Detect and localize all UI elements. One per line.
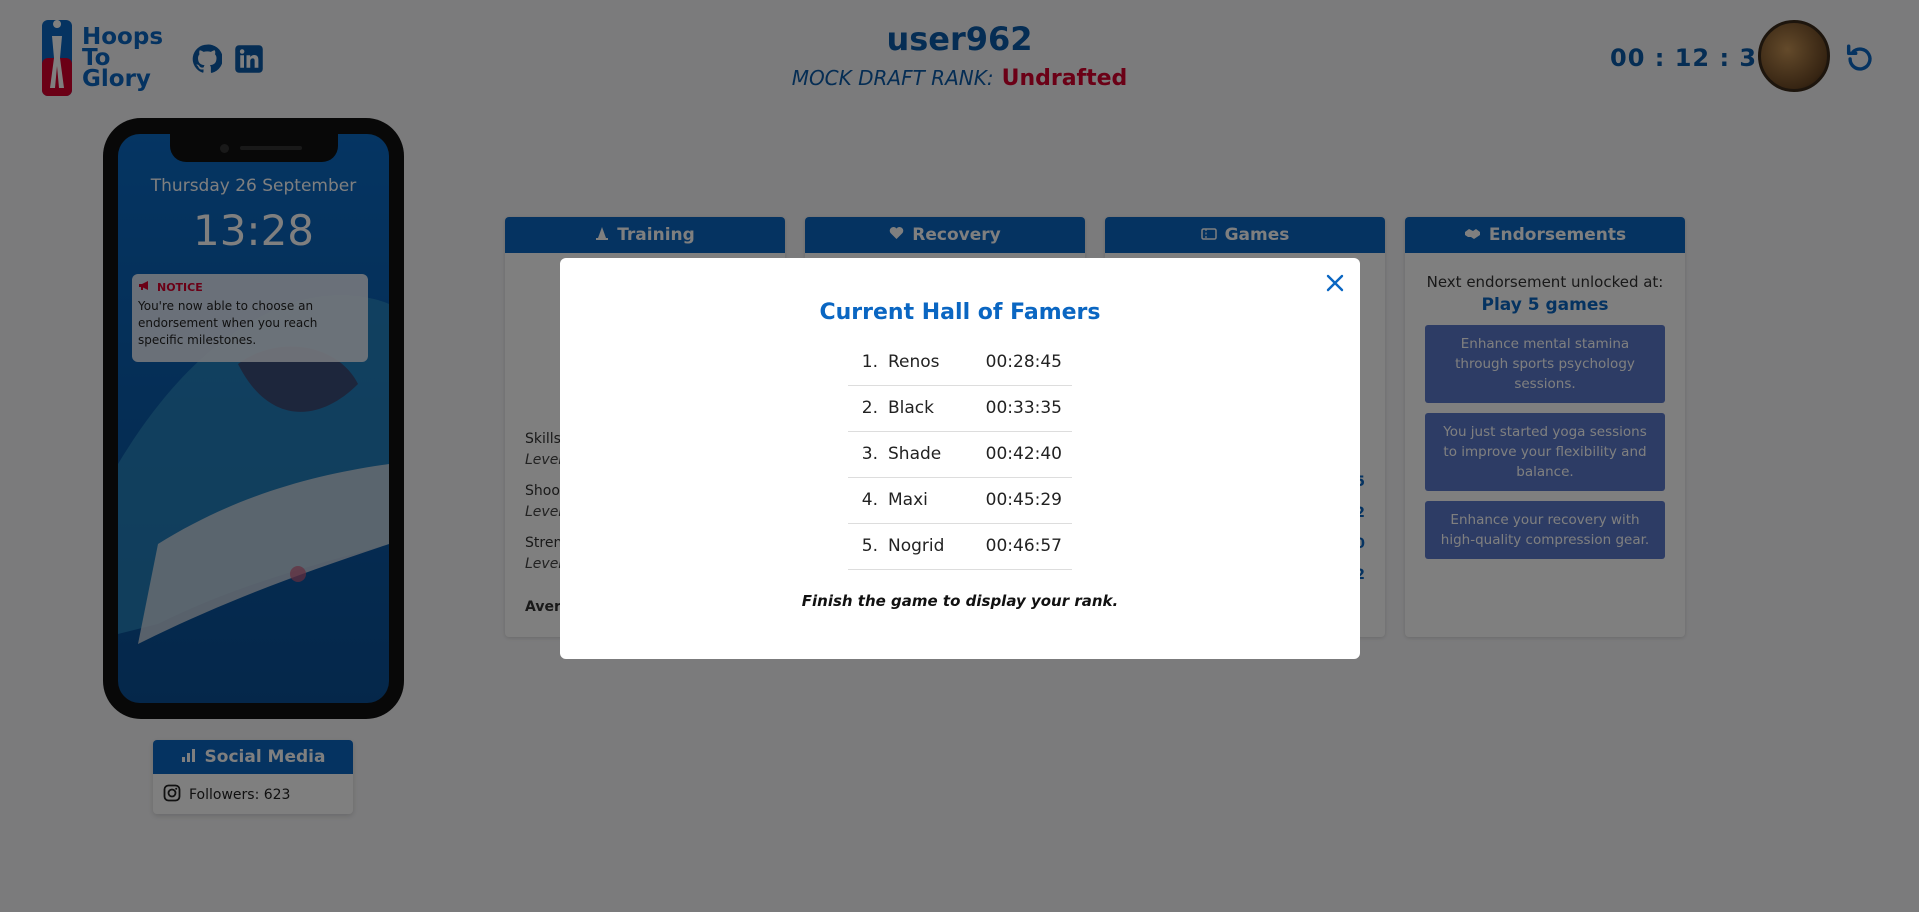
player-name: Maxi	[888, 477, 961, 524]
table-row: 5. Nogrid 00:46:57	[848, 523, 1072, 570]
modal-title: Current Hall of Famers	[819, 300, 1101, 325]
hall-of-famers-modal: Current Hall of Famers 1. Renos 00:28:45…	[560, 258, 1360, 659]
hall-of-famers-table: 1. Renos 00:28:45 2. Black 00:33:35 3. S…	[848, 339, 1072, 570]
rank-position: 4.	[848, 477, 888, 524]
rank-position: 1.	[848, 339, 888, 386]
rank-position: 3.	[848, 431, 888, 478]
player-name: Black	[888, 385, 961, 432]
table-row: 2. Black 00:33:35	[848, 385, 1072, 432]
table-row: 4. Maxi 00:45:29	[848, 477, 1072, 524]
modal-footer-note: Finish the game to display your rank.	[801, 591, 1119, 610]
table-row: 3. Shade 00:42:40	[848, 431, 1072, 478]
finish-time: 00:28:45	[960, 339, 1072, 386]
finish-time: 00:33:35	[960, 385, 1072, 432]
finish-time: 00:42:40	[960, 431, 1072, 478]
table-row: 1. Renos 00:28:45	[848, 339, 1072, 386]
player-name: Renos	[888, 339, 961, 386]
finish-time: 00:45:29	[960, 477, 1072, 524]
player-name: Nogrid	[888, 523, 961, 570]
player-name: Shade	[888, 431, 961, 478]
rank-position: 2.	[848, 385, 888, 432]
rank-position: 5.	[848, 523, 888, 570]
finish-time: 00:46:57	[960, 523, 1072, 570]
close-icon[interactable]	[1324, 272, 1346, 294]
